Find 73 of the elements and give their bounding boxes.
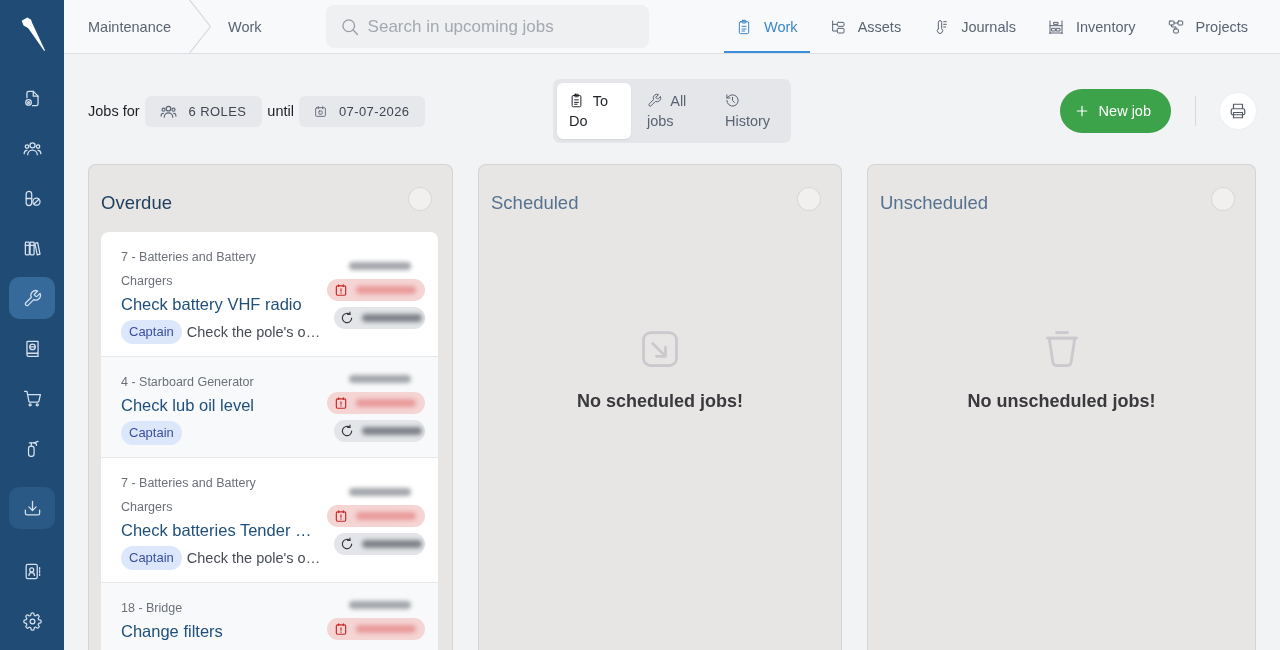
role-tag: Captain xyxy=(121,421,182,445)
job-card[interactable]: 18 - Bridge Change filters xyxy=(101,583,438,650)
nav-tab[interactable]: Projects xyxy=(1155,0,1260,53)
nodes-icon xyxy=(1167,18,1184,35)
blurred-text-bar xyxy=(362,540,422,548)
empty-message: No scheduled jobs! xyxy=(577,391,743,412)
blurred-text-bar xyxy=(356,512,416,520)
sidebar-action-button[interactable] xyxy=(9,487,55,529)
settings-icon xyxy=(22,611,42,631)
job-card[interactable]: 7 - Batteries and Battery Chargers Check batteries Tender … Captain Check the pole's o… xyxy=(101,458,438,583)
job-title[interactable]: Change filters xyxy=(121,620,327,642)
blurred-text-bar xyxy=(356,286,416,294)
blurred-date-text xyxy=(349,375,411,383)
role-tag: Captain xyxy=(121,320,182,344)
date-button[interactable]: 07-07-2026 xyxy=(298,95,426,127)
search-field[interactable]: Search in upcoming jobs xyxy=(325,5,649,48)
column-title: Overdue xyxy=(101,191,172,214)
filter-label: until xyxy=(267,103,294,119)
file-gear-icon xyxy=(22,88,42,108)
tree-icon xyxy=(829,18,846,35)
blurred-date-text xyxy=(349,488,411,496)
view-tab[interactable]: History xyxy=(713,83,787,139)
history-icon xyxy=(725,93,740,108)
repeat-icon xyxy=(340,311,354,325)
job-title[interactable]: Check lub oil level xyxy=(121,394,327,416)
search-icon xyxy=(339,17,360,37)
blurred-text-bar xyxy=(362,314,422,322)
calendar-icon xyxy=(313,104,327,118)
job-title[interactable]: Check battery VHF radio xyxy=(121,293,327,315)
blurred-date-text xyxy=(349,600,411,609)
column-title: Unscheduled xyxy=(880,191,988,214)
roles-button[interactable]: 6 ROLES xyxy=(144,95,263,127)
print-button[interactable] xyxy=(1220,93,1256,129)
calendar-alert-icon xyxy=(334,283,348,297)
blurred-text-bar xyxy=(362,427,422,435)
job-card[interactable]: 7 - Batteries and Battery Chargers Check battery VHF radio Captain Check the pole's o… xyxy=(101,232,438,357)
blurred-text-bar xyxy=(356,624,416,633)
cart-icon xyxy=(22,388,42,408)
calendar-alert-icon xyxy=(334,509,348,523)
job-card[interactable]: 4 - Starboard Generator Check lub oil level Captain xyxy=(101,357,438,458)
job-description: Check the pole's o… xyxy=(186,550,321,566)
printer-icon xyxy=(1229,102,1247,120)
role-tag: Captain xyxy=(121,546,182,570)
column-title: Scheduled xyxy=(491,191,579,214)
blurred-date-text xyxy=(349,262,411,270)
calendar-alert-icon xyxy=(334,396,348,410)
repeat-icon xyxy=(340,537,354,551)
empty-message: No unscheduled jobs! xyxy=(967,391,1156,412)
quill-logo-icon[interactable] xyxy=(20,17,46,51)
wrench-icon xyxy=(647,93,662,108)
breadcrumb-current: Work xyxy=(228,18,262,35)
filter-label: Jobs for xyxy=(88,103,140,119)
nav-tab[interactable]: Journals xyxy=(921,0,1028,53)
blurred-text-bar xyxy=(356,399,416,407)
nav-tab[interactable]: Work xyxy=(724,0,810,53)
download-icon xyxy=(22,498,42,518)
asset-name: 7 - Batteries and Battery Chargers xyxy=(121,249,257,290)
wrench-icon xyxy=(22,288,42,308)
clipboard-icon xyxy=(569,93,584,108)
calendar-alert-icon xyxy=(334,621,348,636)
job-description: Check the pole's o… xyxy=(186,324,321,340)
view-tab[interactable]: All jobs xyxy=(635,83,709,139)
sidebar-button[interactable] xyxy=(9,277,55,319)
asset-name: 7 - Batteries and Battery Chargers xyxy=(121,475,257,516)
view-tab[interactable]: To Do xyxy=(557,83,631,139)
asset-name: 18 - Bridge xyxy=(121,600,184,617)
repeat-icon xyxy=(340,424,354,438)
job-title[interactable]: Check batteries Tender … xyxy=(121,519,327,541)
asset-name: 4 - Starboard Generator xyxy=(121,374,255,391)
nav-tab[interactable]: Assets xyxy=(817,0,914,53)
nav-tab[interactable]: Inventory xyxy=(1035,0,1148,53)
breadcrumb-link[interactable]: Maintenance xyxy=(88,18,172,35)
shelves-icon xyxy=(1047,18,1064,35)
